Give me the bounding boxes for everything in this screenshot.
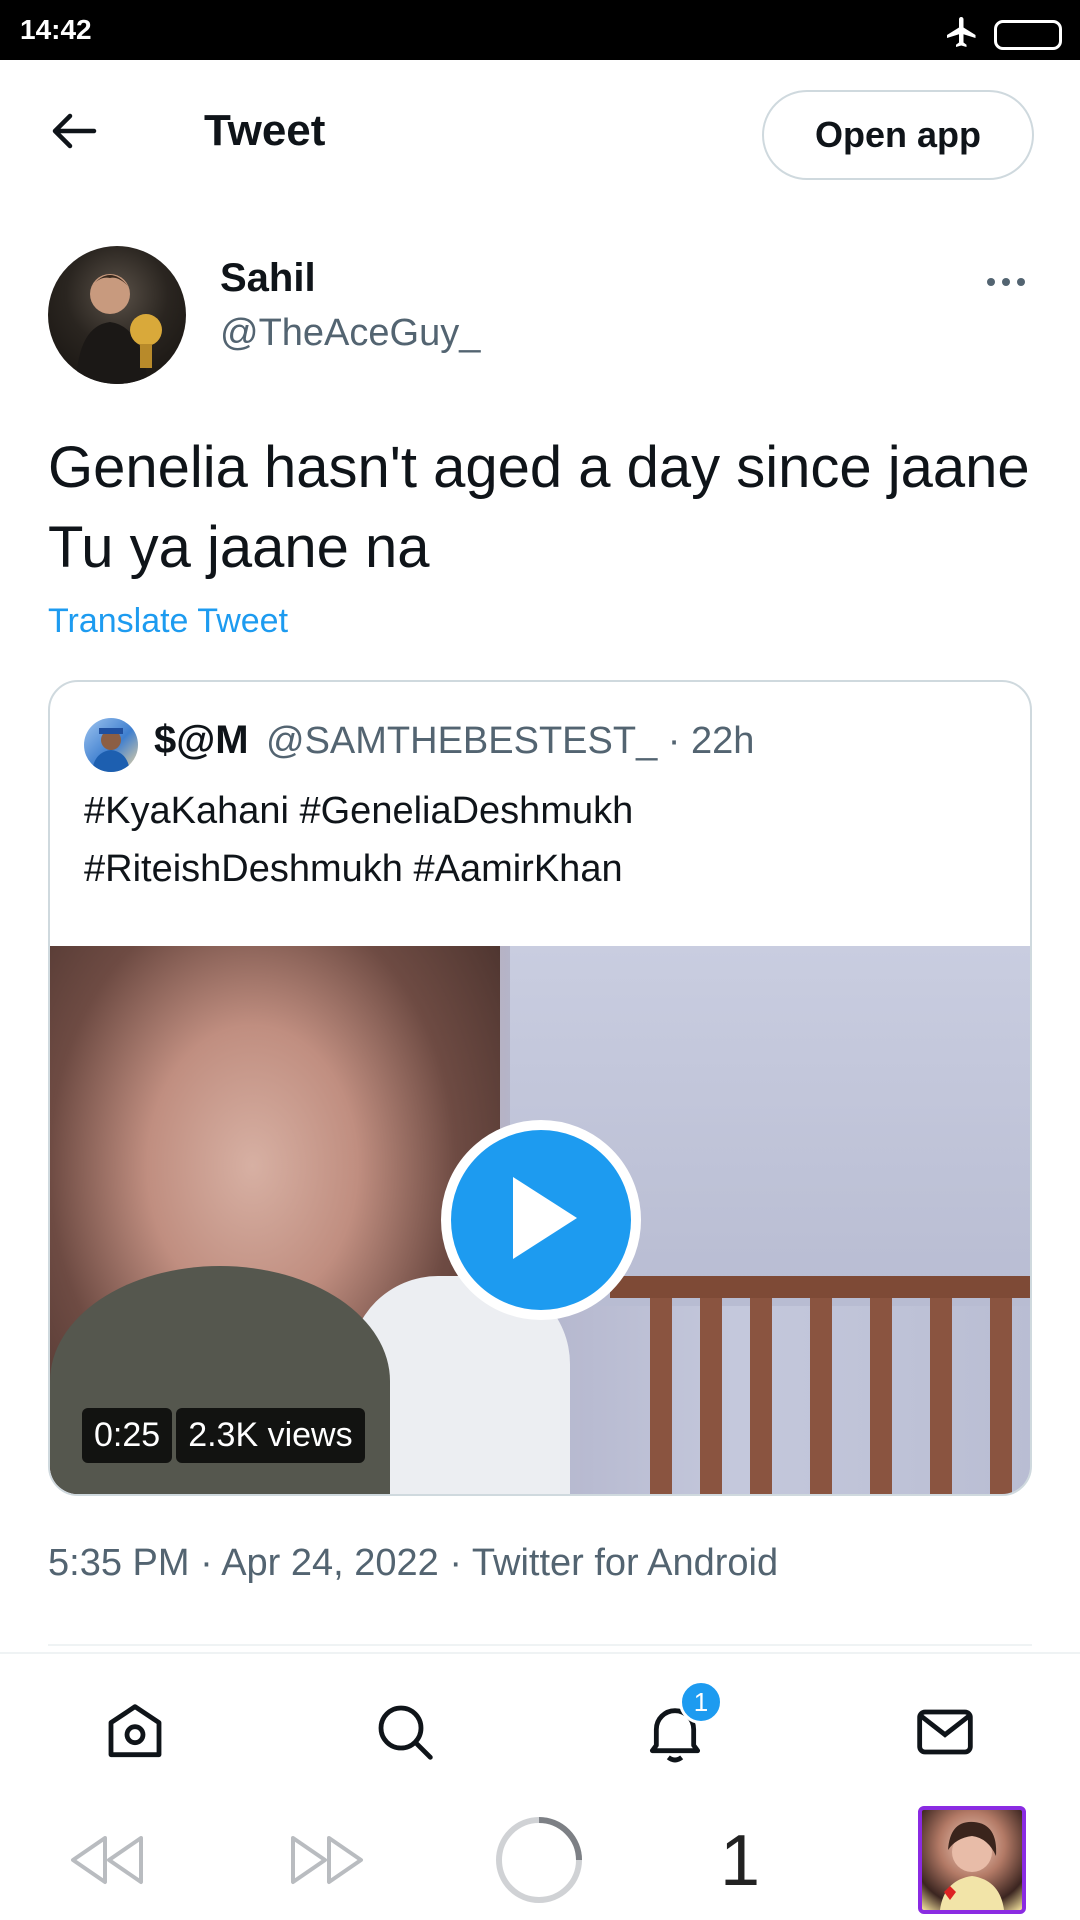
railing-post	[930, 1298, 952, 1494]
nav-search[interactable]	[365, 1694, 445, 1774]
quoted-text-line: #RiteishDeshmukh #AamirKhan	[84, 848, 623, 890]
browser-toolbar: 1	[0, 1804, 1080, 1920]
quoted-tweet-card[interactable]: $@M @SAMTHEBESTEST_ · 22h #KyaKahani #Ge…	[48, 680, 1032, 1496]
browser-forward-button[interactable]	[282, 1822, 372, 1902]
tweet-text: Genelia hasn't aged a day since jaane Tu…	[48, 435, 1030, 580]
play-icon	[501, 1173, 581, 1268]
railing-post	[750, 1298, 772, 1494]
nav-notifications[interactable]: 1	[635, 1680, 723, 1774]
back-button[interactable]	[44, 108, 104, 158]
status-bar: 14:42	[0, 0, 1080, 60]
railing-post	[810, 1298, 832, 1494]
page-title: Tweet	[204, 106, 326, 155]
tab-thumbnail[interactable]	[918, 1806, 1026, 1914]
quoted-tweet-text: #KyaKahani #GeneliaDeshmukh #RiteishDesh…	[84, 782, 1004, 898]
more-dot	[1002, 278, 1010, 286]
tweet-timestamp: 5:35 PM · Apr 24, 2022 · Twitter for And…	[48, 1542, 779, 1584]
video-views: 2.3K views	[176, 1408, 365, 1463]
loading-spinner-icon	[493, 1814, 585, 1911]
status-icons	[944, 14, 1062, 55]
header: Tweet Open app	[0, 60, 1080, 210]
author-avatar[interactable]	[48, 246, 186, 384]
arrow-left-icon	[50, 111, 98, 156]
author-name[interactable]: Sahil	[220, 256, 316, 301]
browser-back-button[interactable]	[62, 1822, 152, 1902]
rewind-icon	[67, 1832, 147, 1893]
more-options-button[interactable]	[980, 262, 1032, 302]
railing-post	[990, 1298, 1012, 1494]
notification-badge: 1	[679, 1680, 723, 1724]
railing-post	[870, 1298, 892, 1494]
divider	[48, 1644, 1032, 1646]
railing-post	[650, 1298, 672, 1494]
nav-home[interactable]	[95, 1694, 175, 1774]
railing-post	[700, 1298, 722, 1494]
video-duration: 0:25	[82, 1408, 173, 1463]
home-icon	[103, 1700, 167, 1769]
video-player[interactable]: 0:25 2.3K views	[50, 946, 1030, 1494]
airplane-icon	[944, 14, 980, 55]
messages-icon	[913, 1700, 977, 1769]
quoted-author-avatar	[84, 718, 138, 772]
battery-icon	[994, 19, 1062, 50]
search-icon	[373, 1700, 437, 1769]
status-time: 14:42	[20, 14, 92, 45]
author-handle[interactable]: @TheAceGuy_	[220, 312, 480, 355]
play-button[interactable]	[441, 1120, 641, 1320]
nav-messages[interactable]	[905, 1694, 985, 1774]
quoted-author-name: $@M	[154, 718, 249, 762]
tab-count[interactable]: 1	[720, 1820, 760, 1902]
video-meta: 0:25 2.3K views	[82, 1408, 365, 1463]
open-app-button[interactable]: Open app	[762, 90, 1034, 180]
railing	[610, 1276, 1030, 1298]
bottom-nav: 1	[0, 1652, 1080, 1804]
browser-reload-button[interactable]	[494, 1816, 584, 1903]
more-dot	[987, 278, 995, 286]
quoted-text-line: #KyaKahani #GeneliaDeshmukh	[84, 790, 634, 832]
more-dot	[1017, 278, 1025, 286]
translate-tweet-link[interactable]: Translate Tweet	[48, 602, 288, 641]
fast-forward-icon	[287, 1832, 367, 1893]
quoted-author-handle: @SAMTHEBESTEST_ · 22h	[266, 720, 755, 762]
